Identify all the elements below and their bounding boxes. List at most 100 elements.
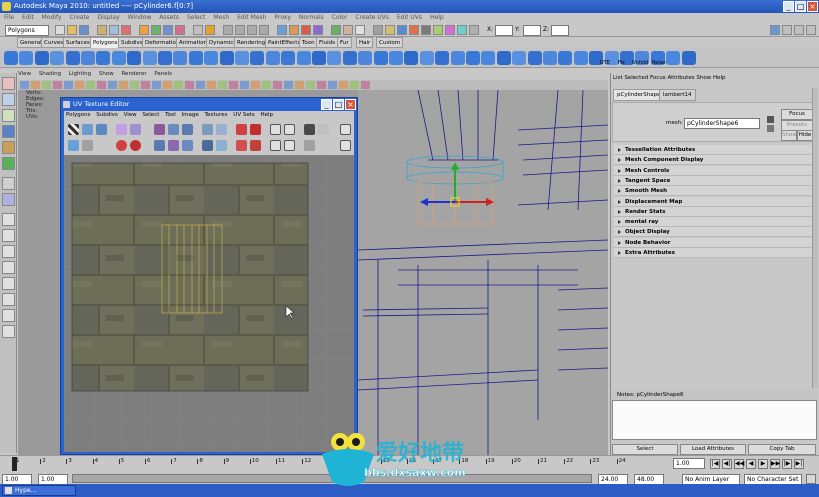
lasso-tool-icon[interactable] xyxy=(2,93,15,106)
uv-menu-polygons[interactable]: Polygons xyxy=(66,112,90,118)
shelf-tool-icon[interactable] xyxy=(111,51,126,65)
save-scene-icon[interactable] xyxy=(79,25,89,35)
attr-menu-help[interactable]: Help xyxy=(713,75,726,81)
uv-relax-icon[interactable] xyxy=(168,140,179,151)
taskbar-item[interactable]: Hype... xyxy=(2,485,76,496)
select-component-icon[interactable] xyxy=(121,25,131,35)
uv-menu-subdivs[interactable]: Subdivs xyxy=(96,112,118,118)
uv-menu-uv-sets[interactable]: UV Sets xyxy=(233,112,254,118)
uv-align-left-icon[interactable] xyxy=(236,124,247,135)
attribute-editor-scrollbar[interactable] xyxy=(812,88,818,388)
shelf-tool-icon[interactable] xyxy=(666,51,681,65)
panel-toolbar-icon[interactable] xyxy=(207,81,216,89)
attr-menu-focus[interactable]: Focus xyxy=(650,75,666,81)
shelf-tab-polygons[interactable]: Polygons xyxy=(90,37,121,48)
section-mesh-component-display[interactable]: Mesh Component Display xyxy=(614,155,813,165)
shelf-tool-icon[interactable] xyxy=(296,51,311,65)
go-to-output-icon[interactable] xyxy=(767,125,774,132)
light-icon[interactable] xyxy=(433,25,443,35)
panel-toolbar-icon[interactable] xyxy=(361,81,370,89)
panel-toolbar-icon[interactable] xyxy=(284,81,293,89)
uv-rotate-right-icon[interactable] xyxy=(130,140,141,151)
input-field-icon[interactable] xyxy=(355,25,365,35)
menu-window[interactable]: Window xyxy=(124,13,156,23)
shelf-tool-icon[interactable] xyxy=(188,51,203,65)
camera-icon[interactable] xyxy=(421,25,431,35)
sound-icon[interactable] xyxy=(385,25,395,35)
panel-menu-show[interactable]: Show xyxy=(99,71,114,77)
section-extra-attributes[interactable]: Extra Attributes xyxy=(614,248,813,258)
x-field[interactable] xyxy=(495,25,513,36)
panel-toolbar-icon[interactable] xyxy=(273,81,282,89)
shelf-tool-icon[interactable] xyxy=(481,51,496,65)
section-displacement-map[interactable]: Displacement Map xyxy=(614,197,813,207)
mask-vertex-icon[interactable] xyxy=(139,25,149,35)
attr-menu-attributes[interactable]: Attributes xyxy=(667,75,694,81)
uv-menu-select[interactable]: Select xyxy=(142,112,159,118)
panel-menu-lighting[interactable]: Lighting xyxy=(69,71,91,77)
shelf-tool-icon[interactable] xyxy=(342,51,357,65)
copy-tab-button[interactable]: Copy Tab xyxy=(748,444,816,455)
menu-color[interactable]: Color xyxy=(328,13,352,23)
uv-straighten-icon[interactable] xyxy=(182,140,193,151)
uv-editor-close-button[interactable]: × xyxy=(345,99,356,110)
show-channel-box-icon[interactable] xyxy=(794,25,804,35)
uv-sew-icon[interactable] xyxy=(168,124,179,135)
scale-tool-icon[interactable] xyxy=(2,157,15,170)
shelf-tool-icon[interactable] xyxy=(265,51,280,65)
attr-menu-list[interactable]: List xyxy=(613,75,623,81)
shelf-tool-icon[interactable] xyxy=(250,51,265,65)
panel-menu-panels[interactable]: Panels xyxy=(154,71,172,77)
panel-toolbar-icon[interactable] xyxy=(251,81,260,89)
shelf-tool-icon[interactable] xyxy=(204,51,219,65)
shelf-tool-icon[interactable] xyxy=(389,51,403,65)
panel-menu-view[interactable]: View xyxy=(18,71,31,77)
menu-edit-uvs[interactable]: Edit UVs xyxy=(393,13,426,23)
section-render-stats[interactable]: Render Stats xyxy=(614,207,813,217)
menu-edit[interactable]: Edit xyxy=(18,13,38,23)
snap-grid-icon[interactable] xyxy=(223,25,233,35)
snap-point-icon[interactable] xyxy=(247,25,257,35)
menu-modify[interactable]: Modify xyxy=(38,13,66,23)
new-scene-icon[interactable] xyxy=(55,25,65,35)
layout-two-icon[interactable] xyxy=(2,245,15,258)
shelf-tab-fur[interactable]: Fur xyxy=(337,37,352,48)
panel-toolbar-icon[interactable] xyxy=(53,81,62,89)
layout-custom-icon[interactable] xyxy=(2,309,15,322)
highlight-selection-icon[interactable] xyxy=(205,25,215,35)
uv-editor-maximize-button[interactable]: □ xyxy=(333,99,344,110)
shelf-tool-icon[interactable] xyxy=(96,51,111,65)
uv-border-icon[interactable] xyxy=(216,140,227,151)
show-layer-editor-icon[interactable] xyxy=(806,25,816,35)
tab-lambert14[interactable]: lambert14 xyxy=(659,89,696,101)
shelf-tool-icon[interactable] xyxy=(65,51,80,65)
panel-toolbar-icon[interactable] xyxy=(152,81,161,89)
menu-edit-mesh[interactable]: Edit Mesh xyxy=(233,13,270,23)
layout-persp-graph-icon[interactable] xyxy=(2,277,15,290)
uv-align-top-icon[interactable] xyxy=(236,140,247,151)
panel-toolbar-icon[interactable] xyxy=(97,81,106,89)
layout-four-icon[interactable] xyxy=(2,229,15,242)
shelf-tab-toon[interactable]: Toon xyxy=(299,37,318,48)
shelf-tool-icon[interactable] xyxy=(573,51,588,65)
menu-mesh[interactable]: Mesh xyxy=(209,13,233,23)
layout-hypershade-icon[interactable] xyxy=(2,293,15,306)
shelf-tab-custom[interactable]: Custom xyxy=(376,37,404,48)
uv-rotate-ccw-icon[interactable] xyxy=(116,124,127,135)
uv-snapshot-person-icon[interactable] xyxy=(304,124,315,135)
menu-select[interactable]: Select xyxy=(183,13,210,23)
panel-toolbar-icon[interactable] xyxy=(306,81,315,89)
hypershade-icon[interactable] xyxy=(469,25,479,35)
open-scene-icon[interactable] xyxy=(67,25,77,35)
step-forward-key-icon[interactable]: ▶▶ xyxy=(770,459,780,469)
uv-flip-u-icon[interactable] xyxy=(82,124,93,135)
ipr-render-icon[interactable] xyxy=(301,25,311,35)
shelf-tool-icon[interactable] xyxy=(466,51,480,65)
panel-toolbar-icon[interactable] xyxy=(295,81,304,89)
shelf-tab-hair[interactable]: Hair xyxy=(356,37,374,48)
hide-button[interactable]: Hide xyxy=(797,130,813,141)
section-object-display[interactable]: Object Display xyxy=(614,227,813,237)
uv-flip-v-icon[interactable] xyxy=(96,124,107,135)
last-tool-icon[interactable] xyxy=(2,193,15,206)
go-to-input-icon[interactable] xyxy=(767,116,774,123)
